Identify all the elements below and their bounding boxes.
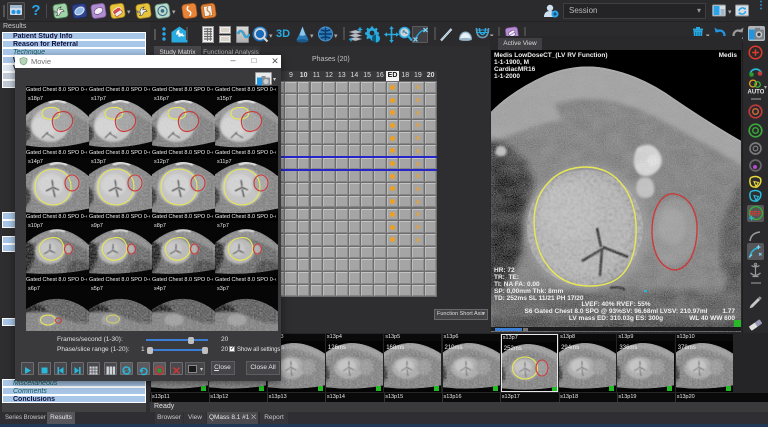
svg-text:AUTO: AUTO [748,90,765,96]
